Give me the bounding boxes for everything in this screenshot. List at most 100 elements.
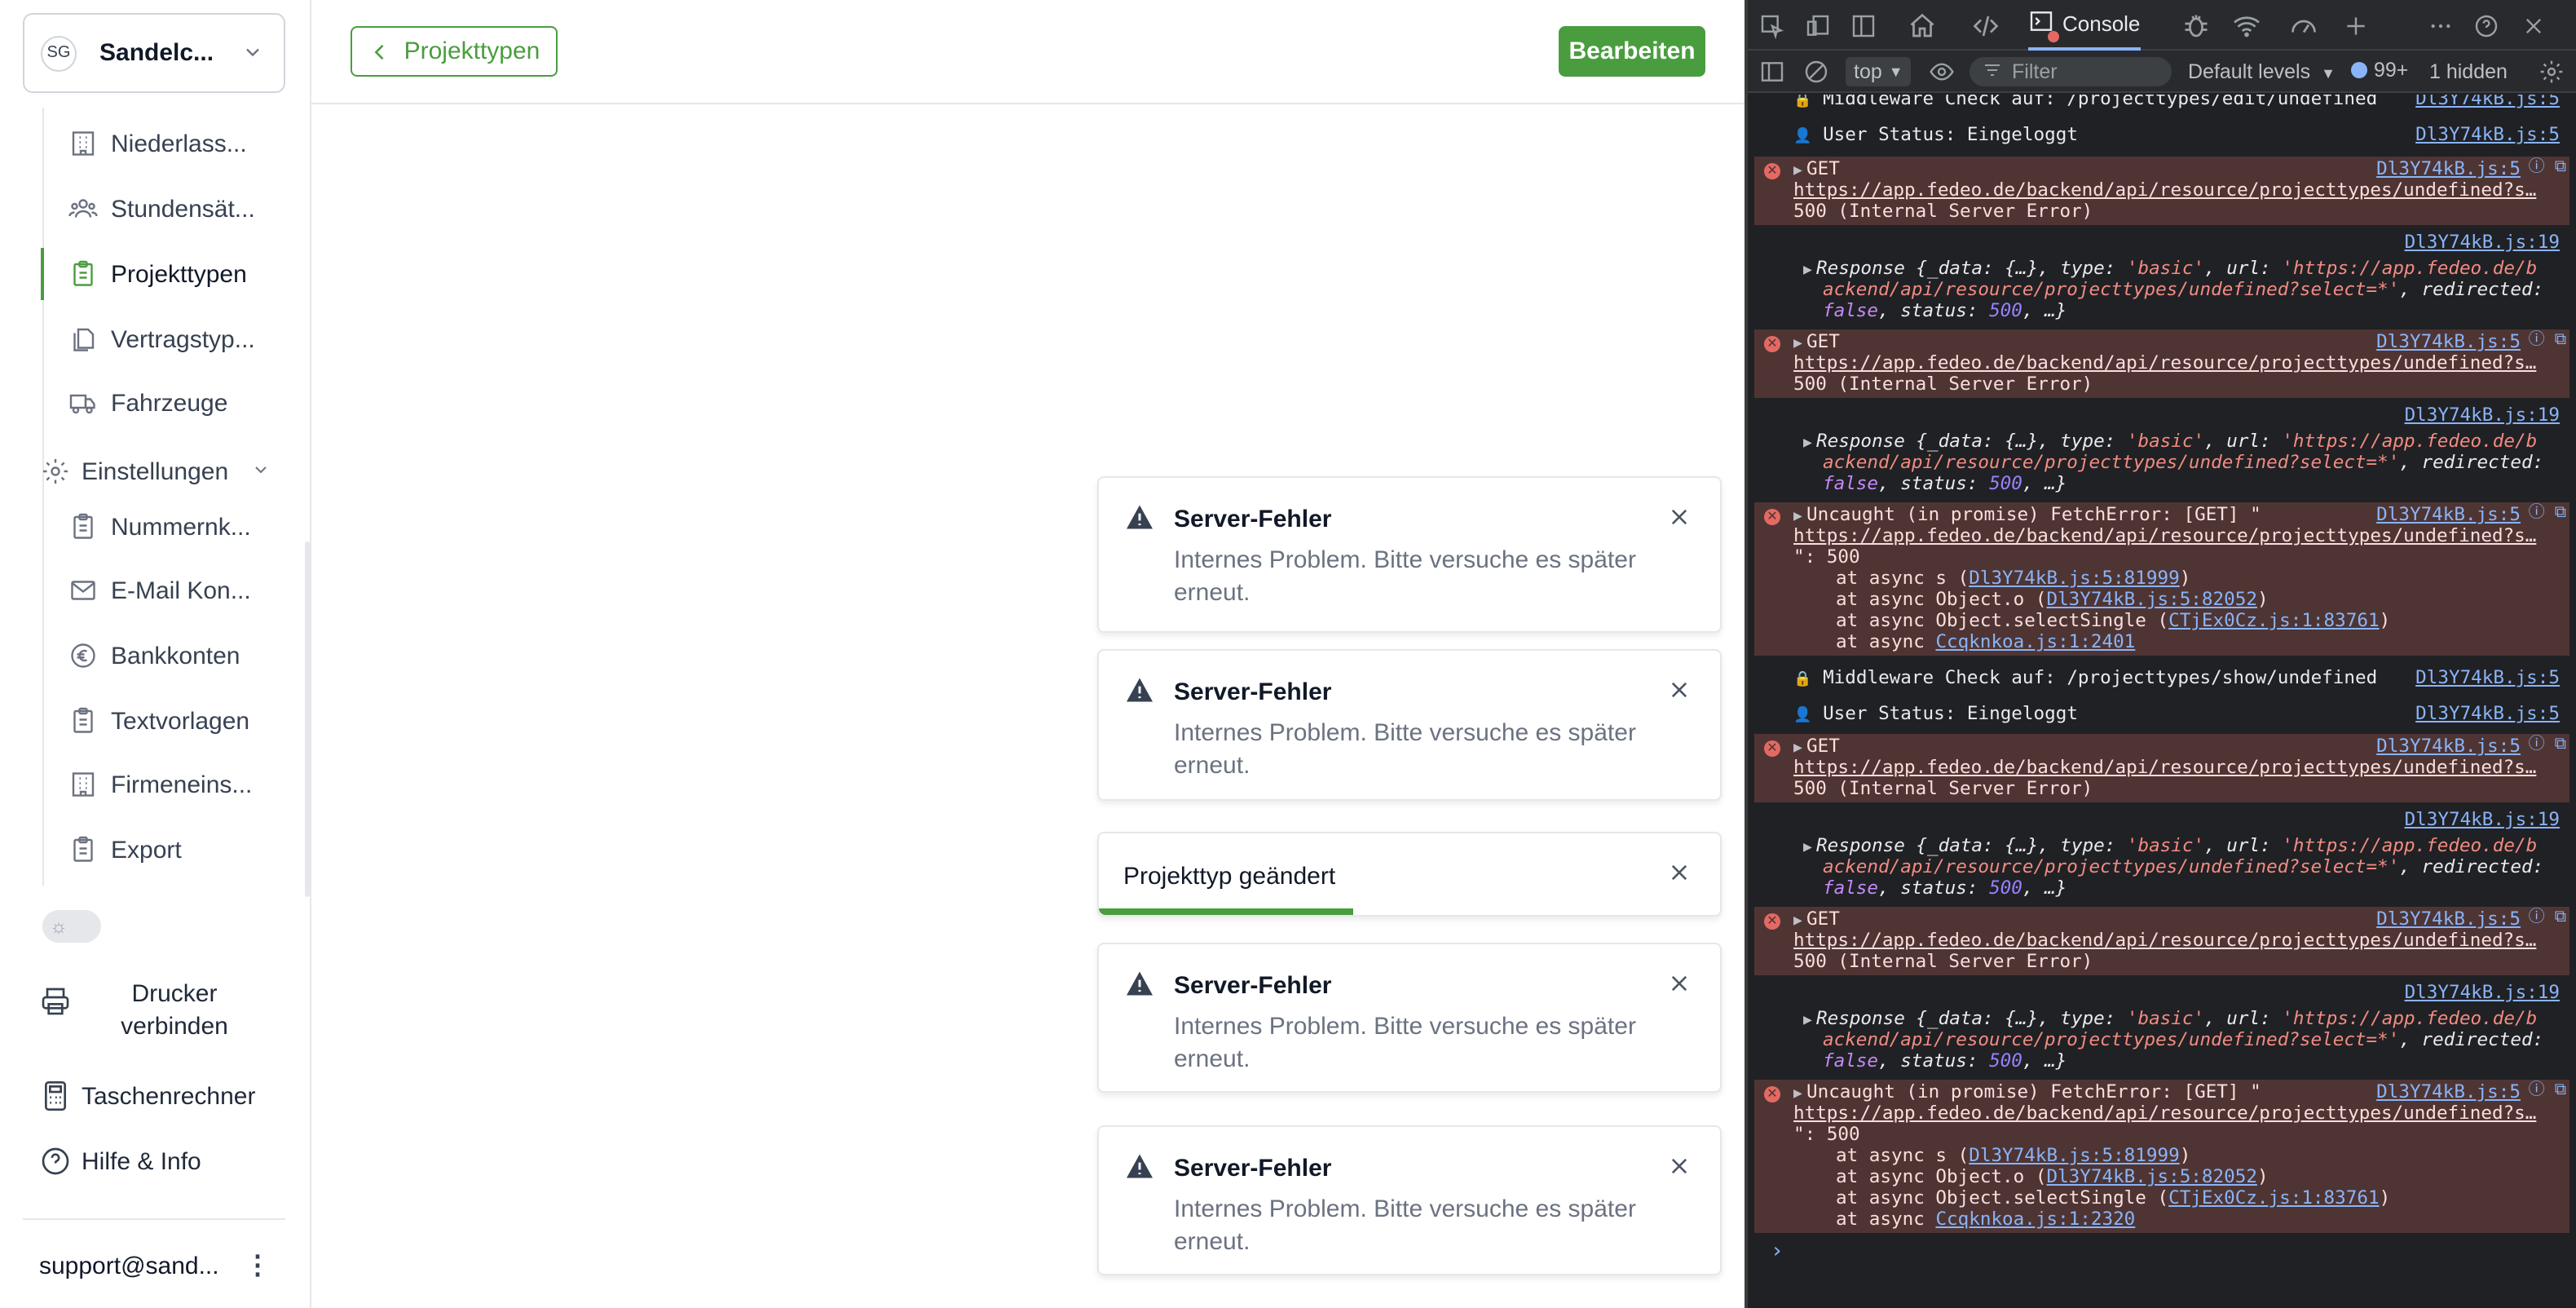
sidebar-item-export[interactable]: Export — [68, 830, 182, 869]
sidebar-item-firmeneinstellungen[interactable]: Firmeneins... — [68, 765, 252, 804]
source-link[interactable]: Dl3Y74kB.js:5 — [2376, 504, 2521, 526]
stack-link[interactable]: Ccqknkoa.js:1:2401 — [1935, 631, 2135, 652]
filter-input[interactable]: Filter — [1969, 57, 2172, 86]
sidebar-item-projekttypen[interactable]: Projekttypen — [68, 254, 247, 294]
source-link[interactable]: Dl3Y74kB.js:5 — [2415, 703, 2560, 725]
response-line: ackend/api/resource/projecttypes/undefin… — [1823, 856, 2543, 878]
ai-explain-icon[interactable]: ⓘ ⧉ — [2529, 907, 2566, 929]
log-levels-dropdown[interactable]: Default levels ▼ — [2188, 60, 2336, 83]
stack-link[interactable]: Dl3Y74kB.js:5:82052 — [2046, 589, 2256, 610]
theme-toggle[interactable]: ☼ — [42, 910, 101, 943]
request-url[interactable]: https://app.fedeo.de/backend/api/resourc… — [1793, 757, 2536, 779]
sidebar-item-niederlassungen[interactable]: Niederlass... — [68, 124, 247, 163]
network-icon[interactable] — [2232, 11, 2261, 41]
expand-arrow-icon[interactable]: ▶ — [1803, 434, 1816, 456]
stack-text: ) — [2179, 568, 2191, 589]
tab-console[interactable]: Console — [2028, 0, 2141, 51]
expand-arrow-icon[interactable]: ▶ — [1803, 838, 1816, 860]
context-selector[interactable]: top ▼ — [1846, 57, 1912, 86]
printer-connect-button[interactable] — [39, 985, 82, 1018]
sidebar-item-fahrzeuge[interactable]: Fahrzeuge — [68, 383, 227, 422]
help-button[interactable]: Hilfe & Info — [39, 1145, 201, 1178]
device-toggle-icon[interactable] — [1803, 11, 1833, 41]
sidebar-scrollbar[interactable] — [305, 541, 310, 897]
toast-message: Internes Problem. Bitte versuche es spät… — [1174, 719, 1636, 780]
close-icon[interactable] — [1668, 861, 1691, 892]
source-link[interactable]: Dl3Y74kB.js:19 — [2405, 404, 2560, 426]
issues-badge[interactable]: 99+ — [2351, 59, 2408, 82]
close-icon[interactable] — [1668, 506, 1691, 537]
sidebar-item-stundensaetze[interactable]: Stundensät... — [68, 189, 255, 228]
performance-icon[interactable] — [2289, 11, 2318, 41]
log-entry: 🔒 Middleware Check auf: /projecttypes/ed… — [1754, 95, 2569, 113]
help-circle-icon[interactable] — [2472, 11, 2501, 41]
sidebar-toggle-icon[interactable] — [1758, 57, 1787, 86]
back-button[interactable]: Projekttypen — [351, 26, 558, 77]
sidebar-item-textvorlagen[interactable]: Textvorlagen — [68, 701, 249, 740]
close-icon[interactable] — [1668, 1155, 1691, 1186]
stack-link[interactable]: Dl3Y74kB.js:5:81999 — [1969, 1145, 2179, 1166]
response-url: 'https://app.fedeo.de/b — [2282, 835, 2538, 856]
expand-arrow-icon[interactable]: ▶ — [1803, 1011, 1816, 1033]
source-link[interactable]: Dl3Y74kB.js:19 — [2405, 982, 2560, 1004]
source-link[interactable]: Dl3Y74kB.js:5 — [2376, 158, 2521, 180]
eye-icon[interactable] — [1927, 57, 1956, 86]
source-link[interactable]: Dl3Y74kB.js:5 — [2415, 124, 2560, 146]
bug-icon[interactable] — [2181, 11, 2211, 41]
ai-explain-icon[interactable]: ⓘ ⧉ — [2529, 329, 2566, 351]
settings-section-toggle[interactable]: Einstellungen — [41, 452, 271, 491]
team-selector[interactable]: SG Sandelc... — [23, 13, 285, 93]
source-link[interactable]: Dl3Y74kB.js:19 — [2405, 809, 2560, 831]
expand-arrow-icon[interactable]: ▶ — [1803, 261, 1816, 283]
sidebar-item-label: Vertragstyp... — [111, 325, 255, 353]
gear-icon[interactable] — [2537, 57, 2566, 86]
printer-connect-label[interactable]: Drucker verbinden — [101, 979, 248, 1044]
request-url[interactable]: https://app.fedeo.de/backend/api/resourc… — [1793, 525, 2536, 547]
console-prompt[interactable]: › — [1771, 1240, 1784, 1264]
response-key: , status: — [1878, 1050, 1990, 1072]
stack-link[interactable]: Dl3Y74kB.js:5:82052 — [2046, 1166, 2256, 1187]
inspect-icon[interactable] — [1758, 11, 1787, 41]
sidebar-item-vertragstypen[interactable]: Vertragstyp... — [68, 320, 255, 359]
add-tab-icon[interactable] — [2341, 11, 2371, 41]
response-type: 'basic' — [2126, 835, 2205, 856]
ai-explain-icon[interactable]: ⓘ ⧉ — [2529, 734, 2566, 756]
stack-frame: at async Ccqknkoa.js:1:2401 — [1836, 631, 2135, 653]
request-url[interactable]: https://app.fedeo.de/backend/api/resourc… — [1793, 179, 2536, 201]
home-icon[interactable] — [1908, 11, 1937, 41]
source-link[interactable]: Dl3Y74kB.js:19 — [2405, 232, 2560, 254]
calculator-icon — [39, 1080, 72, 1112]
source-link[interactable]: Dl3Y74kB.js:5 — [2376, 736, 2521, 758]
more-menu-icon[interactable] — [2426, 11, 2455, 41]
request-url[interactable]: https://app.fedeo.de/backend/api/resourc… — [1793, 930, 2536, 952]
ai-explain-icon[interactable]: ⓘ ⧉ — [2529, 502, 2566, 524]
source-link[interactable]: Dl3Y74kB.js:5 — [2415, 95, 2560, 110]
user-menu-button[interactable]: ⋮ — [245, 1249, 271, 1282]
sidebar-item-nummernkreise[interactable]: Nummernk... — [68, 507, 251, 546]
user-email[interactable]: support@sand... — [39, 1253, 219, 1280]
ai-explain-icon[interactable]: ⓘ ⧉ — [2529, 157, 2566, 179]
dock-side-icon[interactable] — [1849, 11, 1878, 41]
calculator-button[interactable]: Taschenrechner — [39, 1080, 255, 1112]
stack-link[interactable]: Ccqknkoa.js:1:2320 — [1935, 1209, 2135, 1230]
source-link[interactable]: Dl3Y74kB.js:5 — [2415, 667, 2560, 689]
close-icon[interactable] — [2519, 11, 2548, 41]
close-icon[interactable] — [1668, 678, 1691, 709]
sidebar-item-bankkonten[interactable]: Bankkonten — [68, 636, 240, 675]
clear-console-icon[interactable] — [1802, 57, 1831, 86]
source-link[interactable]: Dl3Y74kB.js:5 — [2376, 908, 2521, 930]
request-url[interactable]: https://app.fedeo.de/backend/api/resourc… — [1793, 352, 2536, 374]
ai-explain-icon[interactable]: ⓘ ⧉ — [2529, 1080, 2566, 1102]
console-icon — [2028, 8, 2059, 42]
sidebar-item-email-konten[interactable]: E-Mail Kon... — [68, 571, 251, 610]
source-link[interactable]: Dl3Y74kB.js:5 — [2376, 331, 2521, 353]
stack-link[interactable]: CTjEx0Cz.js:1:83761 — [2168, 1187, 2379, 1209]
stack-link[interactable]: CTjEx0Cz.js:1:83761 — [2168, 610, 2379, 631]
response-bool: false — [1823, 1050, 1879, 1072]
code-icon[interactable] — [1971, 11, 2000, 41]
edit-button[interactable]: Bearbeiten — [1559, 26, 1705, 77]
request-url[interactable]: https://app.fedeo.de/backend/api/resourc… — [1793, 1103, 2536, 1125]
close-icon[interactable] — [1668, 972, 1691, 1003]
source-link[interactable]: Dl3Y74kB.js:5 — [2376, 1081, 2521, 1103]
stack-link[interactable]: Dl3Y74kB.js:5:81999 — [1969, 568, 2179, 589]
